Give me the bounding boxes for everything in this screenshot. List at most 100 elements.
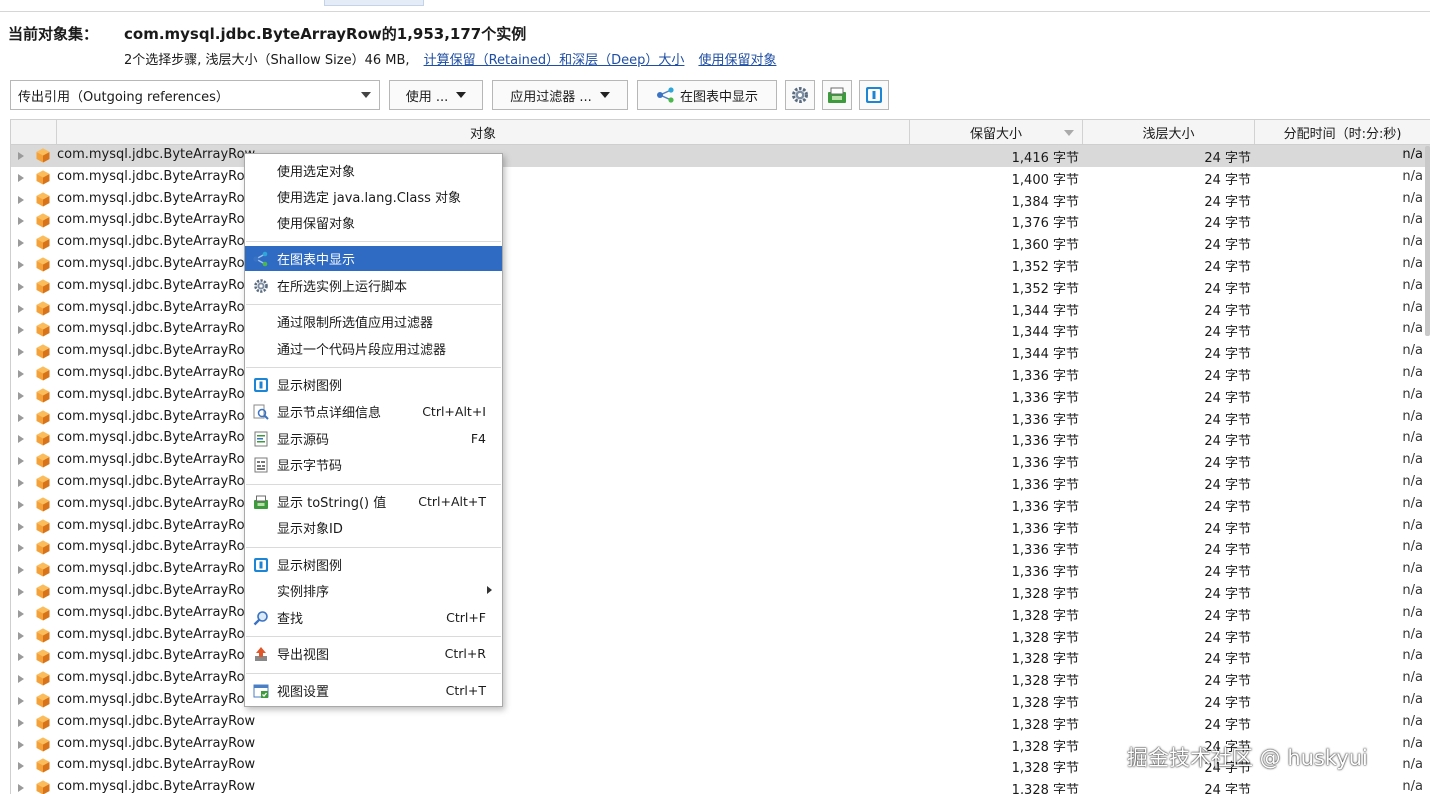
apply-filter-button[interactable]: 应用过滤器 ...: [492, 80, 628, 110]
table-row[interactable]: com.mysql.jdbc.ByteArrayRow 1,344 字节 24 字节…: [11, 341, 1430, 363]
table-row[interactable]: com.mysql.jdbc.ByteArrayRow 1,376 字节 24 字节…: [11, 210, 1430, 232]
expand-arrow-icon[interactable]: [18, 435, 24, 444]
column-header-retained[interactable]: 保留大小: [910, 120, 1083, 144]
table-row[interactable]: com.mysql.jdbc.ByteArrayRow 1,336 字节 24 字节…: [11, 450, 1430, 472]
menu-item-show-tree-legend[interactable]: 显示树图例: [245, 372, 502, 397]
retained-size: 1,416 字节: [1011, 151, 1079, 166]
table-row[interactable]: com.mysql.jdbc.ByteArrayRow 1,328 字节 24 字节…: [11, 777, 1430, 794]
table-row[interactable]: com.mysql.jdbc.ByteArrayRow 1,352 字节 24 字节…: [11, 276, 1430, 298]
expand-arrow-icon[interactable]: [18, 326, 24, 335]
expand-arrow-icon[interactable]: [18, 391, 24, 400]
script-gear-button[interactable]: [785, 80, 815, 110]
show-in-chart-button[interactable]: 在图表中显示: [637, 80, 777, 110]
table-row[interactable]: com.mysql.jdbc.ByteArrayRow 1,336 字节 24 字节…: [11, 407, 1430, 429]
menu-item-sort-instances[interactable]: 实例排序: [245, 578, 502, 603]
retained-size: 1,400 字节: [1011, 172, 1079, 188]
tostring-button[interactable]: [822, 80, 852, 110]
shallow-size: 24 字节: [1204, 259, 1251, 275]
expand-arrow-icon[interactable]: [18, 653, 24, 662]
expand-arrow-icon[interactable]: [18, 500, 24, 509]
expand-arrow-icon[interactable]: [18, 239, 24, 248]
table-row[interactable]: com.mysql.jdbc.ByteArrayRow 1,360 字节 24 字节…: [11, 232, 1430, 254]
expand-arrow-icon[interactable]: [18, 478, 24, 487]
tree-legend-icon: [866, 87, 882, 103]
menu-item-show-source[interactable]: 显示源码 F4: [245, 426, 502, 451]
table-row[interactable]: com.mysql.jdbc.ByteArrayRow 1,336 字节 24 字节…: [11, 472, 1430, 494]
table-row[interactable]: com.mysql.jdbc.ByteArrayRow 1,328 字节 24 字节…: [11, 603, 1430, 625]
calc-retained-link[interactable]: 计算保留（Retained）和深层（Deep）大小: [424, 49, 685, 68]
table-row[interactable]: com.mysql.jdbc.ByteArrayRow 1,336 字节 24 字节…: [11, 559, 1430, 581]
expand-arrow-icon[interactable]: [18, 217, 24, 226]
reference-mode-select[interactable]: 传出引用（Outgoing references）: [10, 80, 380, 110]
expand-arrow-icon[interactable]: [18, 195, 24, 204]
expand-arrow-icon[interactable]: [18, 784, 24, 793]
expand-arrow-icon[interactable]: [18, 260, 24, 269]
menu-item-show-node-details[interactable]: 显示节点详细信息 Ctrl+Alt+I: [245, 399, 502, 424]
table-row[interactable]: com.mysql.jdbc.ByteArrayRow 1,352 字节 24 字节…: [11, 254, 1430, 276]
menu-item-use-retained-objects[interactable]: 使用保留对象: [245, 210, 502, 235]
expand-arrow-icon[interactable]: [18, 282, 24, 291]
table-row[interactable]: com.mysql.jdbc.ByteArrayRow 1,336 字节 24 字节…: [11, 494, 1430, 516]
table-row[interactable]: com.mysql.jdbc.ByteArrayRow 1,336 字节 24 字节…: [11, 385, 1430, 407]
expand-arrow-icon[interactable]: [18, 675, 24, 684]
object-set-subtitle: 2个选择步骤, 浅层大小（Shallow Size）46 MB, 计算保留（Re…: [124, 48, 776, 68]
table-row[interactable]: com.mysql.jdbc.ByteArrayRow 1,328 字节 24 字节…: [11, 712, 1430, 734]
table-row[interactable]: com.mysql.jdbc.ByteArrayRow 1,336 字节 24 字节…: [11, 537, 1430, 559]
menu-item-show-bytecode[interactable]: 显示字节码: [245, 452, 502, 477]
expand-arrow-icon[interactable]: [18, 762, 24, 771]
vertical-scrollbar[interactable]: [1425, 146, 1430, 336]
menu-item-filter-by-restricting-values[interactable]: 通过限制所选值应用过滤器: [245, 309, 502, 334]
expand-arrow-icon[interactable]: [18, 522, 24, 531]
expand-arrow-icon[interactable]: [18, 173, 24, 182]
object-cube-icon: [36, 519, 50, 534]
table-row[interactable]: com.mysql.jdbc.ByteArrayRow 1,400 字节 24 字节…: [11, 167, 1430, 189]
expand-arrow-icon[interactable]: [18, 566, 24, 575]
expand-arrow-icon[interactable]: [18, 304, 24, 313]
column-header-alloc[interactable]: 分配时间（时:分:秒): [1255, 120, 1430, 144]
table-row[interactable]: com.mysql.jdbc.ByteArrayRow 1,384 字节 24 字节…: [11, 189, 1430, 211]
expand-arrow-icon[interactable]: [18, 348, 24, 357]
column-header-shallow[interactable]: 浅层大小: [1083, 120, 1255, 144]
table-row[interactable]: com.mysql.jdbc.ByteArrayRow 1,336 字节 24 字节…: [11, 363, 1430, 385]
object-cube-icon: [36, 148, 50, 163]
table-row[interactable]: com.mysql.jdbc.ByteArrayRow 1,336 字节 24 字节…: [11, 516, 1430, 538]
use-retained-link[interactable]: 使用保留对象: [698, 49, 776, 68]
column-header-object[interactable]: 对象: [57, 120, 910, 144]
object-set-label: 当前对象集：: [8, 24, 99, 43]
expand-arrow-icon[interactable]: [18, 696, 24, 705]
menu-item-show-in-chart[interactable]: 在图表中显示: [245, 246, 502, 271]
active-tab-stub[interactable]: [324, 0, 424, 6]
menu-item-show-tree-legend-2[interactable]: 显示树图例: [245, 552, 502, 577]
menu-item-filter-by-code-snippet[interactable]: 通过一个代码片段应用过滤器: [245, 336, 502, 361]
menu-item-view-settings[interactable]: 视图设置 Ctrl+T: [245, 678, 502, 703]
menu-item-find[interactable]: 查找 Ctrl+F: [245, 605, 502, 630]
expand-arrow-icon[interactable]: [18, 544, 24, 553]
retained-size: 1,336 字节: [1011, 434, 1079, 450]
table-row[interactable]: com.mysql.jdbc.ByteArrayRow 1,328 字节 24 字节…: [11, 625, 1430, 647]
table-row[interactable]: com.mysql.jdbc.ByteArrayRow 1,328 字节 24 字节…: [11, 581, 1430, 603]
expand-arrow-icon[interactable]: [18, 609, 24, 618]
expand-arrow-icon[interactable]: [18, 740, 24, 749]
menu-item-show-tostring-value[interactable]: 显示 toString() 值 Ctrl+Alt+T: [245, 489, 502, 514]
menu-item-export-view[interactable]: 导出视图 Ctrl+R: [245, 641, 502, 666]
menu-item-use-selected-objects[interactable]: 使用选定对象: [245, 158, 502, 183]
table-row[interactable]: com.mysql.jdbc.ByteArrayRow 1,328 字节 24 字节…: [11, 668, 1430, 690]
tree-legend-button[interactable]: [859, 80, 889, 110]
expand-arrow-icon[interactable]: [18, 152, 24, 160]
table-row[interactable]: com.mysql.jdbc.ByteArrayRow 1,344 字节 24 字节…: [11, 298, 1430, 320]
expand-arrow-icon[interactable]: [18, 457, 24, 466]
menu-item-show-object-id[interactable]: 显示对象ID: [245, 515, 502, 540]
table-row[interactable]: com.mysql.jdbc.ByteArrayRow 1,336 字节 24 字节…: [11, 428, 1430, 450]
expand-arrow-icon[interactable]: [18, 369, 24, 378]
expand-arrow-icon[interactable]: [18, 631, 24, 640]
use-button[interactable]: 使用 ...: [389, 80, 483, 110]
table-row[interactable]: com.mysql.jdbc.ByteArrayRow 1,328 字节 24 字节…: [11, 690, 1430, 712]
table-row[interactable]: com.mysql.jdbc.ByteArrayRow 1,416 字节 24 字节…: [11, 145, 1430, 167]
table-row[interactable]: com.mysql.jdbc.ByteArrayRow 1,344 字节 24 字节…: [11, 319, 1430, 341]
table-row[interactable]: com.mysql.jdbc.ByteArrayRow 1,328 字节 24 字节…: [11, 646, 1430, 668]
expand-arrow-icon[interactable]: [18, 718, 24, 727]
menu-item-run-script-on-selected[interactable]: 在所选实例上运行脚本: [245, 273, 502, 298]
expand-arrow-icon[interactable]: [18, 413, 24, 422]
menu-item-use-selected-class-objects[interactable]: 使用选定 java.lang.Class 对象: [245, 184, 502, 209]
expand-arrow-icon[interactable]: [18, 587, 24, 596]
